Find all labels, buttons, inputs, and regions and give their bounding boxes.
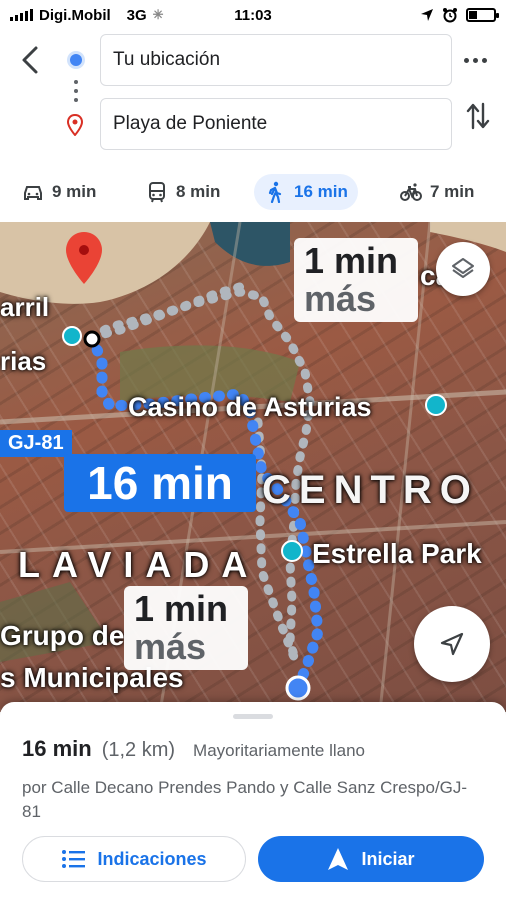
swap-icon[interactable] (464, 100, 492, 132)
alarm-icon (443, 8, 457, 23)
tab-bike[interactable]: 7 min (390, 174, 484, 210)
alt-route-badge-top[interactable]: 1 min más (294, 238, 418, 322)
navigation-icon (328, 848, 349, 870)
selected-route-time-badge[interactable]: 16 min (64, 454, 256, 512)
start-label: Iniciar (361, 848, 415, 869)
casino-poi-icon (425, 394, 447, 416)
navigation-arrow-icon (440, 632, 464, 656)
battery-icon (466, 8, 499, 22)
map-label-centro: CENTRO (262, 468, 479, 512)
layers-icon (452, 258, 474, 278)
route-summary-sheet[interactable]: 16 min (1,2 km) Mayoritariamente llano p… (0, 702, 506, 900)
status-bar: Digi.Mobil 3G ✳ 11:03 (0, 0, 506, 30)
origin-input[interactable]: Tu ubicación (100, 34, 452, 86)
parking-poi-icon (281, 540, 303, 562)
more-options-icon[interactable] (464, 48, 490, 72)
map-label-carril: arril (0, 292, 50, 322)
directions-label: Indicaciones (97, 848, 207, 869)
travel-mode-tabs: 9 min 8 min 16 min 7 min (0, 168, 506, 216)
location-arrow-icon (421, 9, 433, 21)
bike-icon (400, 183, 422, 201)
route-connector-dots (74, 80, 78, 102)
sheet-drag-handle[interactable] (233, 714, 273, 719)
walk-time: 16 min (294, 182, 348, 201)
transit-time: 8 min (176, 182, 221, 201)
tab-walk[interactable]: 16 min (254, 174, 358, 210)
map-label-laviada: LAVIADA (18, 544, 260, 585)
bike-time: 7 min (430, 182, 475, 201)
car-icon (24, 186, 42, 200)
destination-pin-icon (66, 114, 84, 136)
route-via: por Calle Decano Prendes Pando y Calle S… (22, 778, 468, 821)
layers-button[interactable] (436, 242, 490, 296)
route-duration: 16 min (22, 736, 92, 761)
list-icon (62, 850, 86, 868)
museum-poi-icon (62, 326, 82, 346)
origin-dot-icon (70, 54, 82, 66)
tab-car[interactable]: 9 min (12, 174, 106, 210)
map-label-casino: Casino de Asturias (128, 392, 372, 422)
back-arrow-icon[interactable] (18, 42, 42, 78)
map-view[interactable]: arril rias Casino de Asturias GJ-81 CENT… (0, 222, 506, 712)
car-time: 9 min (52, 182, 97, 201)
road-label-gj81: GJ-81 (0, 430, 72, 457)
start-button[interactable]: Iniciar (258, 836, 484, 882)
map-label-estrella-park: Estrella Park (312, 538, 482, 569)
map-label-rias: rias (0, 346, 47, 376)
map-label-grupo: Grupo de (0, 620, 125, 651)
route-distance: (1,2 km) (101, 739, 176, 761)
route-summary: 16 min (1,2 km) Mayoritariamente llano (22, 736, 365, 762)
current-location-dot (285, 675, 311, 701)
alt-route-badge-bottom[interactable]: 1 min más (124, 586, 248, 670)
recenter-button[interactable] (414, 606, 490, 682)
directions-button[interactable]: Indicaciones (22, 836, 246, 882)
destination-input[interactable]: Playa de Poniente (100, 98, 452, 150)
route-terrain: Mayoritariamente llano (193, 741, 366, 760)
tab-transit[interactable]: 8 min (136, 174, 230, 210)
walk-icon (268, 181, 282, 203)
marina-water (210, 222, 290, 266)
bus-icon (149, 182, 165, 203)
